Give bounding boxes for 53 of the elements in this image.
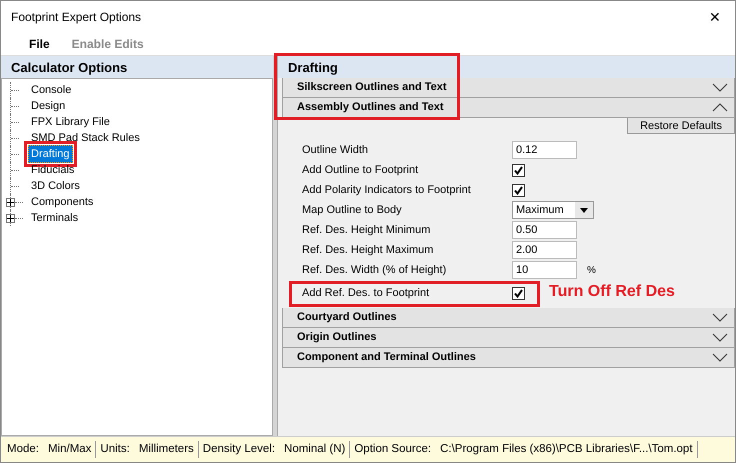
section-header[interactable]: Component and Terminal Outlines bbox=[282, 348, 735, 368]
window-title: Footprint Expert Options bbox=[11, 9, 142, 26]
setting-label: Map Outline to Body bbox=[302, 202, 403, 218]
section-header[interactable]: Silkscreen Outlines and Text bbox=[282, 78, 735, 98]
setting-label: Add Outline to Footprint bbox=[302, 162, 420, 178]
section-header[interactable]: Courtyard Outlines bbox=[282, 308, 735, 328]
chevron-up-icon bbox=[712, 103, 728, 112]
setting-label: Ref. Des. Height Maximum bbox=[302, 242, 434, 258]
expand-icon[interactable] bbox=[6, 214, 15, 222]
setting-label: Add Polarity Indicators to Footprint bbox=[302, 182, 472, 198]
tree-item[interactable]: Design bbox=[28, 96, 68, 116]
setting-label: Outline Width bbox=[302, 142, 370, 158]
setting-label: Add Ref. Des. to Footprint bbox=[302, 286, 430, 302]
status-value: Millimeters bbox=[138, 442, 194, 457]
unit-label: % bbox=[587, 264, 596, 278]
tree-item[interactable]: SMD Pad Stack Rules bbox=[28, 128, 143, 148]
status-label: Option Source: bbox=[354, 442, 432, 457]
close-button[interactable]: ✕ bbox=[705, 10, 725, 24]
input-field[interactable]: 10 bbox=[512, 261, 577, 279]
annotation-text: Turn Off Ref Des bbox=[549, 282, 675, 302]
setting-label: Ref. Des. Width (% of Height) bbox=[302, 262, 448, 278]
checkbox[interactable] bbox=[512, 287, 525, 300]
setting-label: Ref. Des. Height Minimum bbox=[302, 222, 432, 238]
tree-item[interactable]: Components bbox=[28, 192, 96, 212]
chevron-down-icon bbox=[712, 353, 728, 362]
chevron-down-icon bbox=[712, 83, 728, 92]
status-label: Density Level: bbox=[202, 442, 276, 457]
status-label: Mode: bbox=[7, 442, 39, 457]
chevron-down-icon bbox=[712, 333, 728, 342]
section-header[interactable]: Origin Outlines bbox=[282, 328, 735, 348]
status-value: Nominal (N) bbox=[284, 442, 346, 457]
tree-item[interactable]: Terminals bbox=[28, 208, 82, 228]
input-field[interactable]: 2.00 bbox=[512, 241, 577, 259]
checkbox[interactable] bbox=[512, 184, 525, 196]
restore-defaults-button[interactable]: Restore Defaults bbox=[627, 118, 735, 134]
menu-item[interactable]: File bbox=[29, 35, 50, 53]
section-header[interactable]: Assembly Outlines and Text bbox=[282, 98, 735, 118]
tree-item[interactable]: Fiducials bbox=[28, 160, 78, 180]
dropdown[interactable]: Maximum bbox=[512, 201, 594, 219]
tree-item[interactable]: Console bbox=[28, 80, 74, 100]
pane-title: Calculator Options bbox=[1, 56, 273, 78]
pane-title: Drafting bbox=[278, 56, 735, 78]
expand-icon[interactable] bbox=[6, 198, 15, 206]
status-value: Min/Max bbox=[48, 442, 92, 457]
input-field[interactable]: 0.50 bbox=[512, 221, 577, 239]
input-field[interactable]: 0.12 bbox=[512, 141, 577, 159]
status-label: Units: bbox=[100, 442, 130, 457]
caret-icon bbox=[575, 202, 593, 218]
tree-item[interactable]: FPX Library File bbox=[28, 112, 113, 132]
chevron-down-icon bbox=[712, 313, 728, 322]
status-value: C:\Program Files (x86)\PCB Libraries\F...\Tom.opt bbox=[440, 442, 693, 457]
checkbox[interactable] bbox=[512, 164, 525, 176]
tree-item[interactable]: 3D Colors bbox=[28, 176, 83, 196]
